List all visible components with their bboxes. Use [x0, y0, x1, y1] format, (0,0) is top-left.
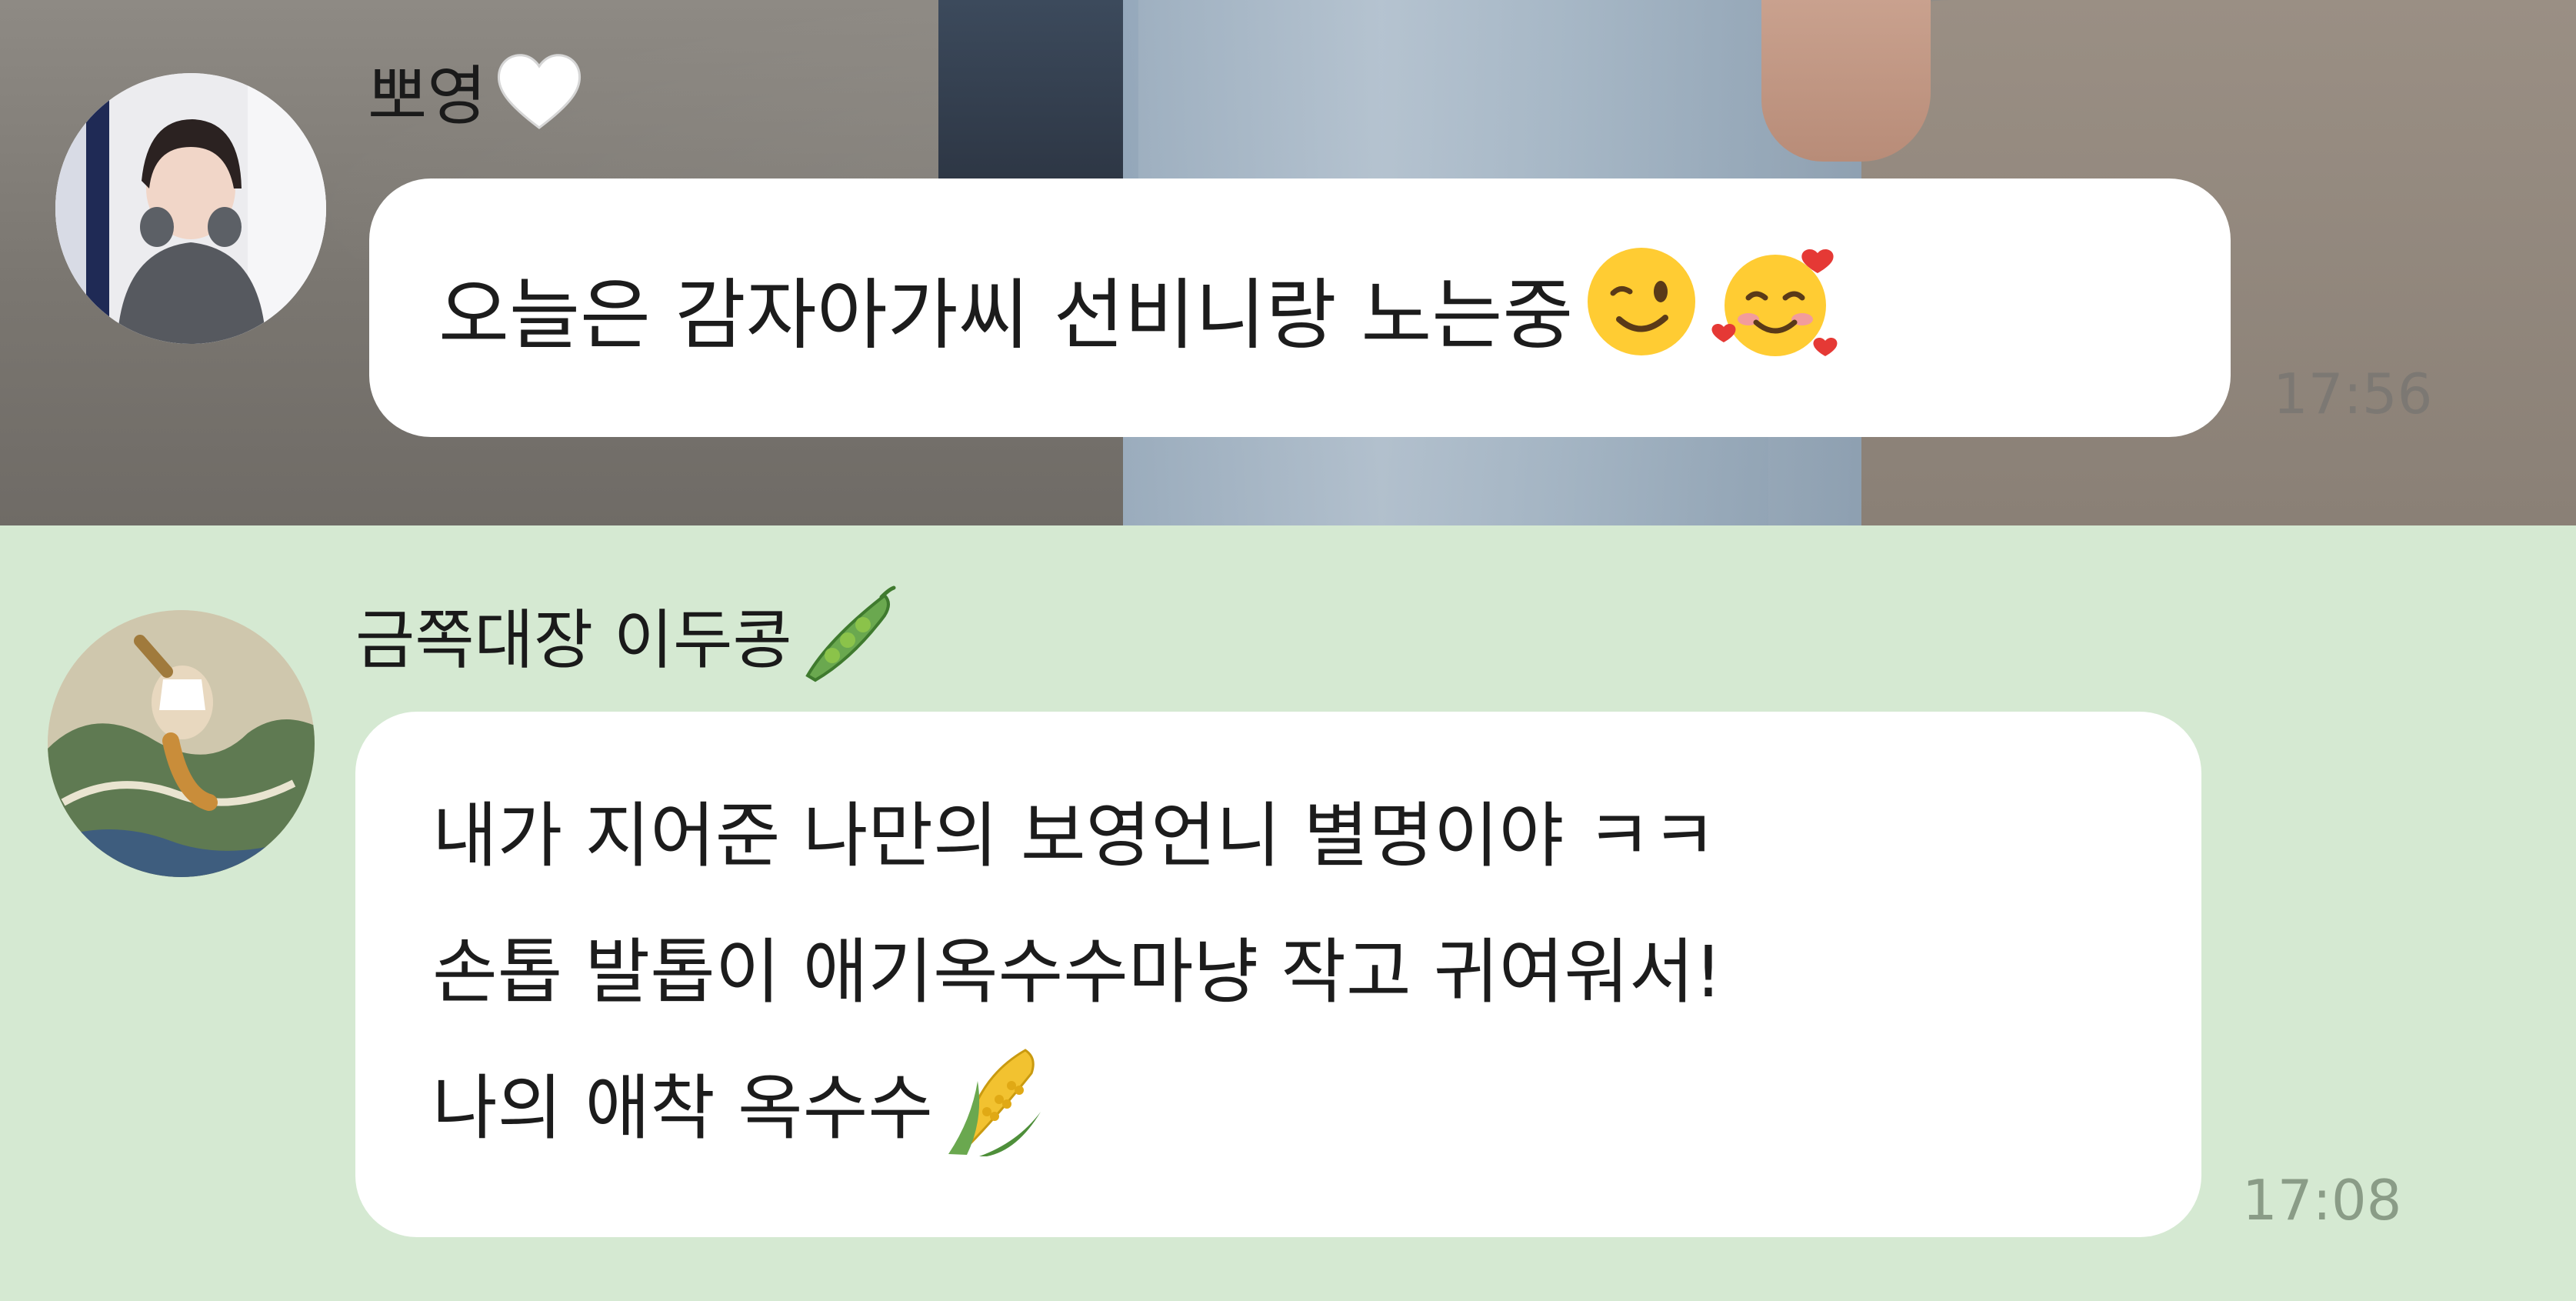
message-text-line-3: 나의 애착 옥수수 — [432, 1067, 933, 1149]
message-timestamp-1: 17:56 — [2273, 362, 2433, 426]
message-bubble-1[interactable]: 오늘은 감자아가씨 선비니랑 노는중 — [369, 178, 2231, 437]
background-dark-jeans — [938, 0, 1138, 185]
smiling-face-with-hearts-icon — [1710, 236, 1841, 379]
winking-face-icon — [1584, 244, 1699, 372]
corn-icon — [933, 1035, 1056, 1169]
message-text: 오늘은 감자아가씨 선비니랑 노는중 — [438, 269, 1574, 360]
avatar-sender-1[interactable] — [55, 73, 326, 344]
pea-pod-icon — [805, 585, 896, 682]
sender-name-2: 금쪽대장 이두콩 — [355, 585, 898, 685]
sender-name-label: 금쪽대장 이두콩 — [355, 602, 792, 678]
message-text-line-2: 손톱 발톱이 애기옥수수마냥 작고 귀여워서! — [432, 931, 1723, 1013]
profile-painting-icon — [48, 610, 315, 877]
background-hand — [1761, 0, 1931, 162]
sender-name-label: 뽀영 — [368, 58, 487, 134]
message-line: 나의 애착 옥수수 — [432, 1034, 2124, 1170]
chat-panel-photo-background: 뽀영 오늘은 감자아가씨 선비니랑 노는중 17:56 — [0, 0, 2576, 525]
message-line: 손톱 발톱이 애기옥수수마냥 작고 귀여워서! — [432, 898, 2124, 1034]
message-text-line-1: 내가 지어준 나만의 보영언니 별명이야 ㅋㅋ — [432, 795, 1717, 877]
message-bubble-2[interactable]: 내가 지어준 나만의 보영언니 별명이야 ㅋㅋ 손톱 발톱이 애기옥수수마냥 작… — [355, 712, 2201, 1237]
avatar-sender-2[interactable] — [48, 610, 315, 877]
message-line: 내가 지어준 나만의 보영언니 별명이야 ㅋㅋ — [432, 762, 2124, 898]
sender-name-1: 뽀영 — [368, 45, 585, 138]
profile-photo-icon — [55, 73, 326, 344]
white-heart-icon — [497, 53, 581, 129]
message-timestamp-2: 17:08 — [2242, 1168, 2402, 1233]
